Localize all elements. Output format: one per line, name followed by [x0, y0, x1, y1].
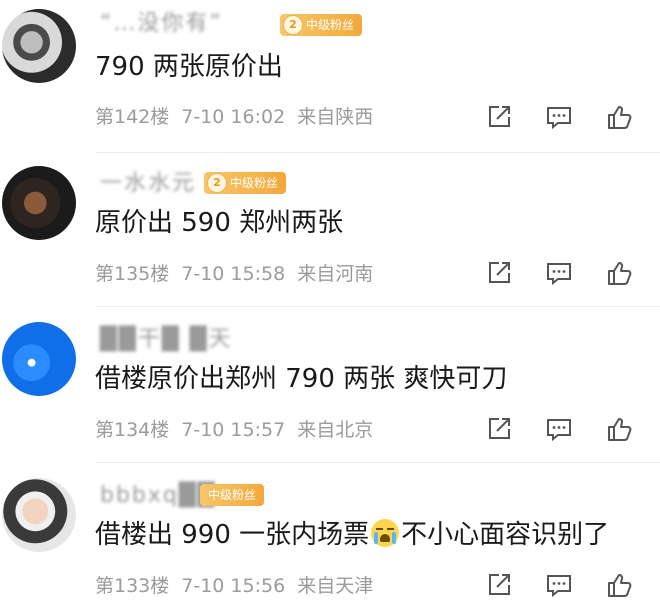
- crying-face-icon: [371, 519, 400, 547]
- thumbs-up-icon: [608, 574, 632, 597]
- reply-button[interactable]: [544, 102, 574, 132]
- comment-text-part: 借楼出 990 一张内场票: [95, 520, 370, 550]
- avatar[interactable]: [2, 166, 76, 240]
- floor-number: 第134楼: [95, 419, 170, 441]
- like-button[interactable]: [604, 102, 634, 132]
- comment-icon: [547, 263, 571, 286]
- floor-number: 第135楼: [95, 263, 170, 285]
- comment-icon: [547, 419, 571, 442]
- comment-icon: [547, 575, 571, 598]
- badge-label: 中级粉丝: [306, 18, 355, 32]
- comment-text: 借楼原价出郑州 790 两张 爽快可刀: [95, 364, 508, 394]
- comment-meta: 第133楼 7-10 15:56 来自天津: [95, 574, 385, 598]
- floor-number: 第133楼: [95, 575, 170, 597]
- share-icon: [489, 262, 510, 283]
- comment-text: 原价出 590 郑州两张: [95, 208, 344, 238]
- comment-text: 借楼出 990 一张内场票 不小心面容识别了: [95, 518, 609, 552]
- comment-location: 来自陕西: [297, 106, 374, 128]
- comment-meta: 第142楼 7-10 16:02 来自陕西: [95, 105, 385, 129]
- comment-meta: 第134楼 7-10 15:57 来自北京: [95, 418, 385, 442]
- avatar[interactable]: [2, 322, 76, 396]
- reply-button[interactable]: [544, 570, 574, 600]
- username[interactable]: 一水水元: [100, 170, 196, 198]
- share-button[interactable]: [484, 258, 514, 288]
- divider: [95, 152, 660, 153]
- share-icon: [489, 574, 510, 595]
- share-button[interactable]: [484, 414, 514, 444]
- reply-button[interactable]: [544, 414, 574, 444]
- comment-text-part: 不小心面容识别了: [401, 520, 610, 550]
- reply-button[interactable]: [544, 258, 574, 288]
- like-button[interactable]: [604, 414, 634, 444]
- comment-text: 790 两张原价出: [95, 52, 283, 82]
- fan-level-badge: 中级粉丝: [200, 484, 265, 506]
- thumbs-up-icon: [608, 262, 632, 285]
- floor-number: 第142楼: [95, 106, 170, 128]
- divider: [95, 462, 660, 463]
- username[interactable]: ██干█ █天: [100, 326, 233, 354]
- badge-level: 2: [207, 173, 227, 193]
- username[interactable]: “…没你有”: [100, 10, 223, 38]
- comment-location: 来自北京: [297, 419, 374, 441]
- comment-time: 7-10 16:02: [181, 106, 286, 128]
- comment-meta: 第135楼 7-10 15:58 来自河南: [95, 262, 385, 286]
- fan-level-badge: 2 中级粉丝: [204, 172, 287, 194]
- share-icon: [489, 106, 510, 127]
- share-button[interactable]: [484, 102, 514, 132]
- avatar[interactable]: [2, 478, 76, 552]
- badge-level: 2: [283, 15, 303, 35]
- fan-level-badge: 2 中级粉丝: [280, 14, 363, 36]
- comment-icon: [547, 107, 571, 130]
- comment-location: 来自河南: [297, 263, 374, 285]
- like-button[interactable]: [604, 570, 634, 600]
- badge-label: 中级粉丝: [208, 488, 257, 502]
- comment-time: 7-10 15:58: [181, 263, 286, 285]
- divider: [95, 306, 660, 307]
- thumbs-up-icon: [608, 418, 632, 441]
- avatar[interactable]: [2, 9, 76, 83]
- like-button[interactable]: [604, 258, 634, 288]
- thumbs-up-icon: [608, 106, 632, 129]
- comment-time: 7-10 15:56: [181, 575, 286, 597]
- share-button[interactable]: [484, 570, 514, 600]
- comment-location: 来自天津: [297, 575, 374, 597]
- share-icon: [489, 418, 510, 439]
- comment-time: 7-10 15:57: [181, 419, 286, 441]
- badge-label: 中级粉丝: [230, 176, 279, 190]
